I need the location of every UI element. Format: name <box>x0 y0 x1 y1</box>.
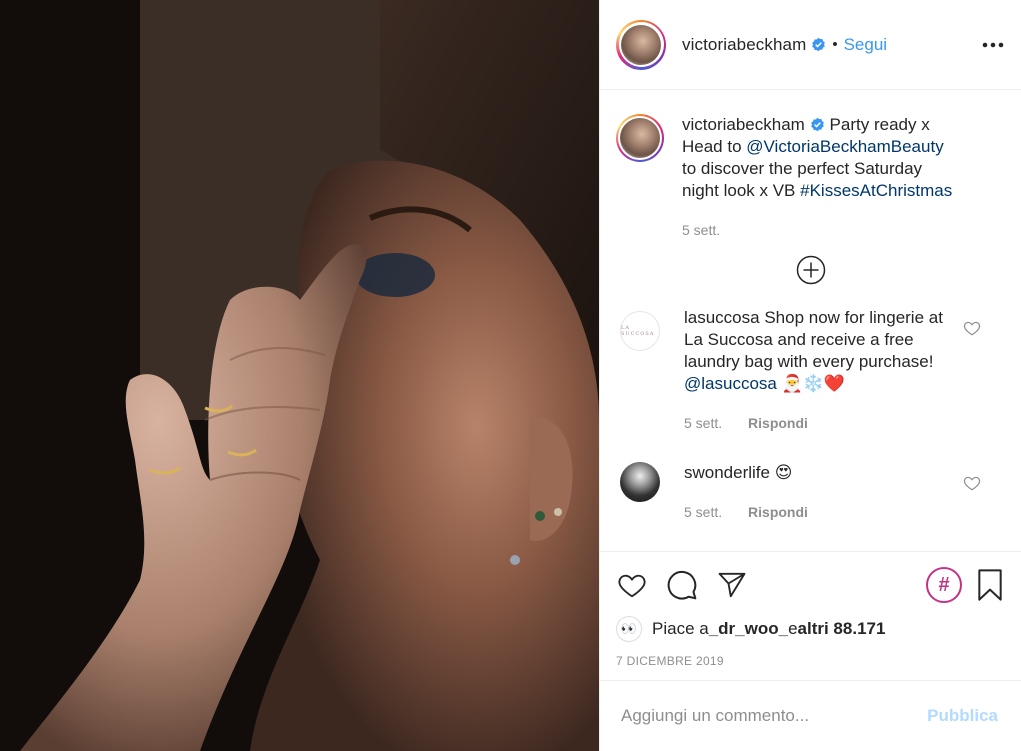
comment-meta: 5 sett. Rispondi <box>684 501 964 523</box>
comment-time[interactable]: 5 sett. <box>684 415 722 431</box>
comment-input[interactable] <box>621 706 928 726</box>
reply-button[interactable]: Rispondi <box>748 504 808 520</box>
caption-time[interactable]: 5 sett. <box>682 222 720 238</box>
more-options-icon[interactable] <box>981 33 1005 57</box>
caption: victoriabeckham Party ready x Head to @V… <box>616 114 1005 241</box>
share-icon[interactable] <box>716 569 748 601</box>
post-image <box>0 0 599 751</box>
caption-hashtag-link[interactable]: #KissesAtChristmas <box>800 181 952 200</box>
comment-item: swonderlife 😍 5 sett. Rispondi <box>616 462 1005 523</box>
commenter-avatar[interactable]: LA SUCCOSA <box>620 311 660 351</box>
comments-list: victoriabeckham Party ready x Head to @V… <box>600 90 1021 551</box>
comment-emojis: 😍 <box>774 463 793 482</box>
post-header: victoriabeckham • Segui <box>600 0 1021 90</box>
comment-text: lasuccosa Shop now for lingerie at La Su… <box>684 308 943 393</box>
comment-icon[interactable] <box>666 569 698 601</box>
hashtag-icon[interactable]: # <box>926 567 962 603</box>
commenter-avatar[interactable] <box>620 462 660 502</box>
liker-avatar[interactable]: 👀 <box>616 616 642 642</box>
caption-mention-link[interactable]: @VictoriaBeckhamBeauty <box>746 137 943 156</box>
verified-icon <box>811 117 824 132</box>
comment-item: LA SUCCOSA lasuccosa Shop now for linger… <box>616 307 1005 434</box>
reply-button[interactable]: Rispondi <box>748 415 808 431</box>
author-username[interactable]: victoriabeckham <box>682 35 806 55</box>
comment-username[interactable]: swonderlife <box>684 463 770 482</box>
like-comment-heart-icon[interactable] <box>963 474 981 492</box>
comment-username[interactable]: lasuccosa <box>684 308 760 327</box>
post-date[interactable]: 7 DICEMBRE 2019 <box>616 654 1006 668</box>
bookmark-icon[interactable] <box>974 569 1006 601</box>
add-comments-icon[interactable] <box>796 255 826 285</box>
like-comment-heart-icon[interactable] <box>963 319 981 337</box>
post-photo[interactable] <box>0 0 599 751</box>
likes-count-link[interactable]: altri 88.171 <box>798 619 886 639</box>
publish-button[interactable]: Pubblica <box>927 706 998 726</box>
caption-username[interactable]: victoriabeckham <box>682 115 805 134</box>
post-side-panel: victoriabeckham • Segui victoriabeckham … <box>599 0 1021 751</box>
separator-dot: • <box>832 36 838 53</box>
comment-meta: 5 sett. Rispondi <box>684 412 964 434</box>
post-actions: # 👀 Piace a _dr_woo_ e altri 88.171 7 DI… <box>600 551 1021 680</box>
comment-composer: Pubblica <box>600 680 1021 751</box>
follow-button[interactable]: Segui <box>844 35 887 55</box>
author-avatar[interactable] <box>616 19 666 70</box>
comment-text: swonderlife 😍 <box>684 462 964 484</box>
caption-avatar[interactable] <box>616 114 664 162</box>
comment-time[interactable]: 5 sett. <box>684 504 722 520</box>
likes-summary: 👀 Piace a _dr_woo_ e altri 88.171 <box>616 616 1006 642</box>
heart-icon[interactable] <box>616 569 648 601</box>
comment-emojis: 🎅❄️❤️ <box>781 374 846 393</box>
liker-username[interactable]: _dr_woo_ <box>709 619 788 639</box>
verified-icon <box>812 37 826 52</box>
comment-mention-link[interactable]: @lasuccosa <box>684 374 777 393</box>
caption-text: victoriabeckham Party ready x Head to @V… <box>682 115 953 200</box>
caption-meta: 5 sett. <box>682 219 962 241</box>
